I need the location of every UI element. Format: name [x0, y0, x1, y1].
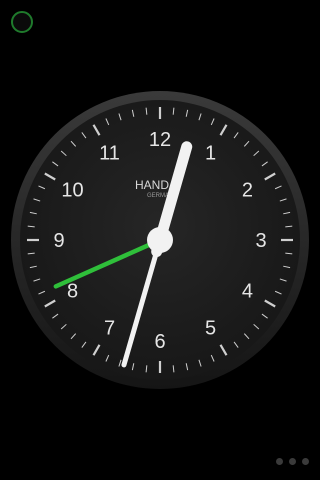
center-cap — [147, 227, 173, 253]
hour-numeral: 1 — [205, 143, 216, 165]
hour-numeral: 6 — [154, 331, 165, 353]
hour-numeral: 11 — [99, 143, 120, 165]
page-dot[interactable] — [302, 458, 309, 465]
hour-numeral: 5 — [205, 317, 216, 339]
analog-clock: 121234567891011 HAND GERMA — [11, 91, 309, 389]
page-indicator[interactable] — [276, 458, 309, 465]
hour-numeral: 7 — [104, 317, 115, 339]
hour-numeral: 10 — [61, 180, 83, 202]
brand-subtitle: GERMA — [147, 193, 169, 199]
hour-numeral: 8 — [67, 281, 78, 303]
brand-logo: HAND — [135, 178, 169, 192]
hour-numeral: 2 — [242, 180, 253, 202]
hour-numeral: 4 — [242, 281, 253, 303]
hour-numeral: 12 — [149, 129, 171, 151]
page-dot[interactable] — [289, 458, 296, 465]
hour-numeral: 3 — [255, 230, 266, 252]
page-dot[interactable] — [276, 458, 283, 465]
clock-screen: 12 1 2 3 4 5 6 7 8 9 10 11 HAND GERMA — [0, 0, 320, 480]
hour-numeral: 9 — [53, 230, 64, 252]
